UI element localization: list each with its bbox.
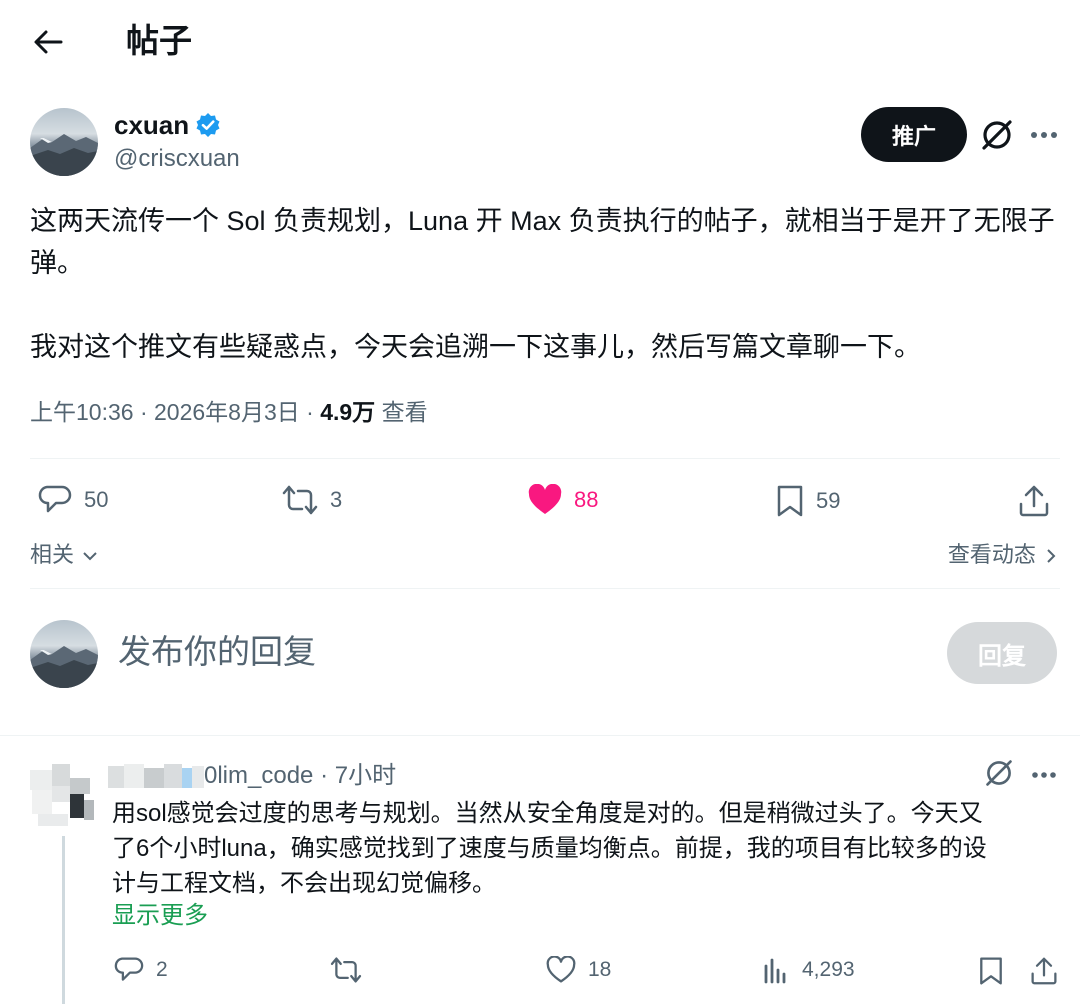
reply-handle-time[interactable]: 0lim_code · 7小时 <box>204 760 396 792</box>
bookmark-count: 59 <box>816 488 841 513</box>
post-body: 这两天流传一个 Sol 负责规划，Luna 开 Max 负责执行的帖子，就相当于… <box>30 200 1060 368</box>
share-icon <box>1031 957 1057 985</box>
like-action[interactable]: 88 <box>528 484 598 516</box>
reply-repost-action[interactable] <box>330 956 374 984</box>
author-handle[interactable]: @criscxuan <box>114 144 240 174</box>
reply-more-button[interactable] <box>1028 760 1060 790</box>
post-meta: 上午10:36 · 2026年8月3日 · 4.9万 查看 <box>30 396 428 428</box>
views-chart-icon <box>764 958 786 984</box>
bookmark-action[interactable]: 59 <box>776 484 840 518</box>
view-activity-link[interactable]: 查看动态 <box>948 540 1056 570</box>
author-name-row[interactable]: cxuan <box>114 108 221 142</box>
comment-icon <box>38 485 72 513</box>
divider <box>30 458 1060 459</box>
thread-line <box>62 836 65 1004</box>
promote-button[interactable]: 推广 <box>861 107 967 162</box>
repost-icon <box>282 485 318 515</box>
section-divider <box>0 735 1080 736</box>
share-icon <box>1019 485 1049 517</box>
grok-icon[interactable] <box>980 118 1014 152</box>
view-activity-label: 查看动态 <box>947 542 1036 567</box>
reply-line: 用sol感觉会过度的思考与规划。当然从安全角度是对的。但是稍微过头了。今天又 <box>112 800 983 827</box>
post-paragraph: 我对这个推文有些疑惑点，今天会追溯一下这事儿，然后写篇文章聊一下。 <box>30 332 921 362</box>
chevron-down-icon <box>83 552 97 561</box>
grok-icon[interactable] <box>984 758 1014 788</box>
reply-views-action[interactable]: 4,293 <box>762 956 855 984</box>
more-dots-icon <box>1032 772 1056 778</box>
bookmark-icon <box>777 485 803 517</box>
reply-author-avatar[interactable] <box>28 760 98 830</box>
user-avatar[interactable] <box>30 620 98 688</box>
reply-bookmark-action[interactable] <box>978 956 1004 986</box>
reply-like-count: 18 <box>588 958 612 981</box>
divider <box>30 588 1060 589</box>
back-button[interactable] <box>28 24 68 60</box>
verified-badge-icon <box>196 113 220 137</box>
page-title: 帖子 <box>126 22 192 59</box>
share-action[interactable] <box>1018 484 1050 518</box>
related-toggle[interactable]: 相关 <box>30 540 98 570</box>
bookmark-icon <box>980 957 1002 985</box>
top-bar: 帖子 <box>0 0 1080 86</box>
arrow-left-icon <box>34 30 63 54</box>
show-more-link[interactable]: 显示更多 <box>112 900 208 932</box>
author-name[interactable]: cxuan <box>114 108 189 142</box>
chevron-right-icon <box>1047 549 1056 563</box>
more-dots-icon <box>1031 132 1057 138</box>
reply-action[interactable]: 50 <box>38 484 108 516</box>
comment-icon <box>114 957 144 981</box>
reply-like-action[interactable]: 18 <box>546 956 611 984</box>
like-count: 88 <box>574 487 599 512</box>
heart-icon <box>546 956 576 983</box>
reply-submit-button[interactable]: 回复 <box>947 622 1057 684</box>
author-avatar[interactable] <box>30 108 98 176</box>
reply-author-name[interactable] <box>108 762 208 792</box>
post-timestamp[interactable]: 上午10:36 · 2026年8月3日 · <box>30 399 320 425</box>
related-label: 相关 <box>30 542 75 567</box>
reply-line: 了6个小时luna，确实感觉找到了速度与质量均衡点。前提，我的项目有比较多的设 <box>112 835 987 862</box>
reply-count: 50 <box>84 487 109 512</box>
heart-filled-icon <box>528 484 562 514</box>
reply-views-count: 4,293 <box>802 958 855 981</box>
more-options-button[interactable] <box>1028 120 1060 150</box>
repost-action[interactable]: 3 <box>282 484 342 516</box>
repost-count: 3 <box>330 487 343 512</box>
reply-reply-count: 2 <box>156 958 168 981</box>
reply-body: 用sol感觉会过度的思考与规划。当然从安全角度是对的。但是稍微过头了。今天又 了… <box>112 796 1052 901</box>
reply-line: 计与工程文档，不会出现幻觉偏移。 <box>112 870 496 897</box>
post-paragraph: 这两天流传一个 Sol 负责规划，Luna 开 Max 负责执行的帖子，就相当于… <box>30 206 1055 278</box>
reply-input[interactable]: 发布你的回复 <box>118 628 316 676</box>
reply-reply-action[interactable]: 2 <box>114 956 168 984</box>
reply-share-action[interactable] <box>1030 956 1058 986</box>
views-count: 4.9万 <box>320 399 376 425</box>
repost-icon <box>330 957 362 983</box>
views-label: 查看 <box>381 399 428 425</box>
